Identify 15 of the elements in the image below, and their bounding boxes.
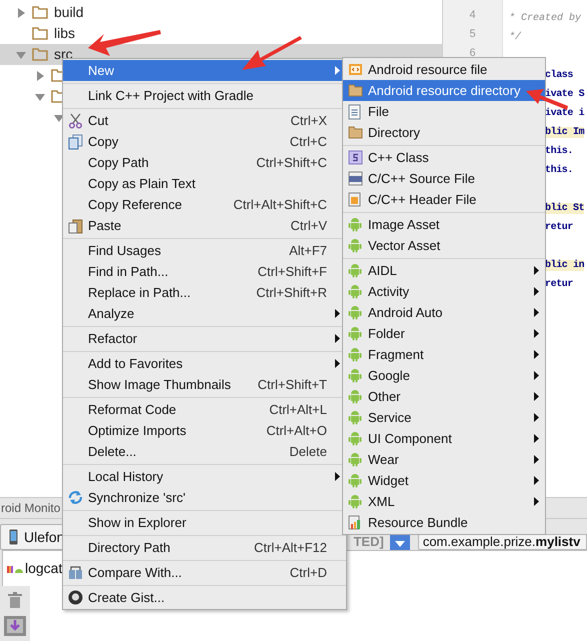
line-number: 5 (469, 28, 476, 40)
code-text: retur (545, 279, 574, 290)
line-number: 6 (469, 47, 476, 59)
line-number: 4 (469, 9, 476, 21)
code-text: ivate S (545, 89, 584, 100)
code-comment: * Created by (509, 13, 582, 24)
code-text: ivate i (545, 108, 584, 119)
folder-name: libs (54, 24, 76, 43)
code-text: class (545, 70, 574, 81)
folder-name: build (54, 3, 84, 22)
code-comment: */ (509, 32, 522, 43)
code-text: this. (545, 146, 574, 157)
process-filter: TED] (353, 534, 384, 550)
code-text: retur (545, 222, 574, 233)
code-text: this. (545, 165, 574, 176)
